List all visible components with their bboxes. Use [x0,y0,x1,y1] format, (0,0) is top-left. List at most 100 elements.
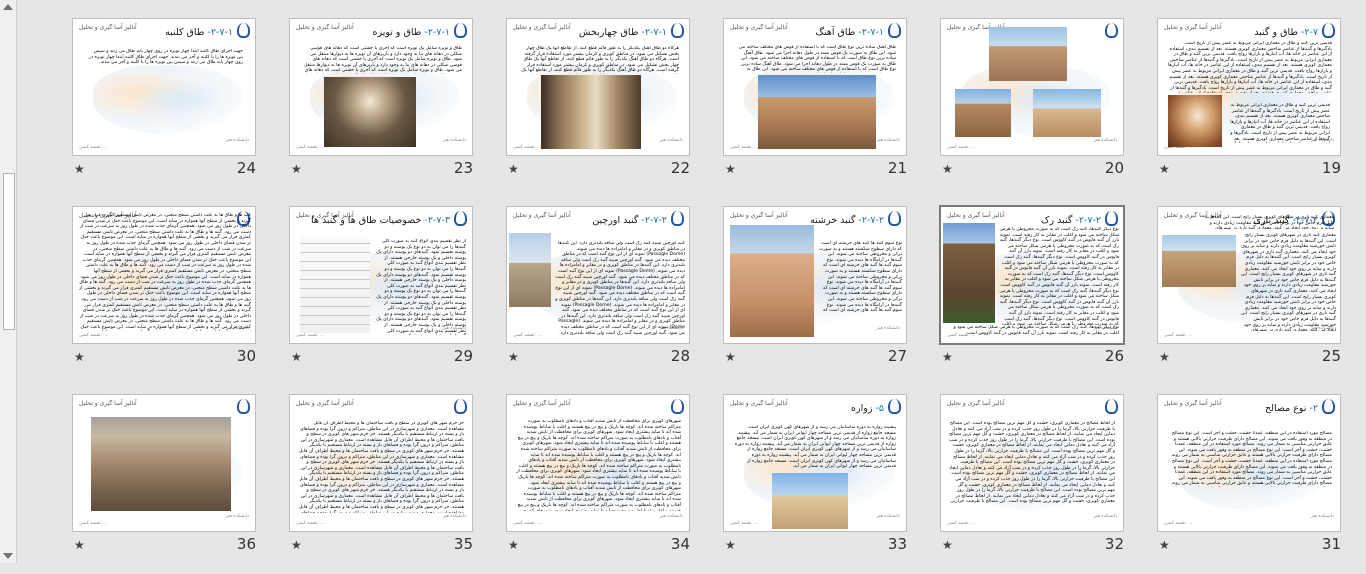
slide-preview[interactable]: آنالیز آسا گیری و تحلیلدانشکده هنرنقشه ک… [940,394,1124,532]
slide-footer-dept: دانشکده هنر [225,138,249,143]
slide-preview[interactable]: آنالیز آسا گیری و تحلیلدانشکده هنرنقشه ک… [1157,206,1341,344]
star-icon[interactable]: ★ [1159,538,1170,552]
slide-preview[interactable]: آنالیز آسا گیری و تحلیلدانشکده هنرنقشه ک… [939,205,1125,345]
slide-thumbnail-29[interactable]: آنالیز آسا گیری و تحلیل دانشکده هنر نقشه ک… [289,206,505,386]
slide-thumbnail-19[interactable]: آنالیز آسا گیری و تحلیل دانشکده هنر نقشه ک… [1157,18,1366,198]
star-icon[interactable]: ★ [291,538,302,552]
slide-thumbnail-22[interactable]: آنالیز آسا گیری و تحلیل دانشکده هنر نقشه ک… [506,18,722,198]
star-icon[interactable]: ★ [725,350,736,364]
slide-footer-author: نقشه کشی: ... [1164,333,1193,338]
slide-thumbnail-25[interactable]: آنالیز آسا گیری و تحلیل دانشکده هنر نقشه ک… [1157,206,1366,386]
slide-preview[interactable]: آنالیز آسا گیری و تحلیلدانشکده هنرنقشه ک… [1157,394,1341,532]
slide-footer-dept: دانشکده هنر [442,514,466,519]
slide-body-text: مصالح مورد استفاده در این منطقه، عمدتا خ… [1170,431,1332,487]
star-icon[interactable]: ★ [1159,162,1170,176]
slide-photo [1162,235,1236,287]
slide-title: ۲-۷-۳- خصوصیات طاق ها و گنبد ها [311,215,450,226]
slide-title: ۵- زواره [851,403,884,414]
slide-thumbnail-34[interactable]: آنالیز آسا گیری و تحلیل دانشکده هنر نقشه ک… [506,394,722,574]
slide-footer-author: نقشه کشی: ... [730,145,759,150]
slide-preview[interactable]: آنالیز آسا گیری و تحلیلدانشکده هنرنقشه ک… [72,206,256,344]
slide-preview[interactable]: آنالیز آسا گیری و تحلیلدانشکده هنرنقشه ک… [723,394,907,532]
slide-preview[interactable]: آنالیز آسا گیری و تحلیلدانشکده هنرنقشه ک… [506,18,690,156]
slide-preview[interactable]: آنالیز آسا گیری و تحلیلدانشکده هنرنقشه ک… [72,394,256,532]
slide-title-text: نوع مصالح [1264,403,1307,414]
slide-preview[interactable]: آنالیز آسا گیری و تحلیلدانشکده هنرنقشه ک… [289,394,473,532]
star-icon[interactable]: ★ [942,162,953,176]
slide-footer-dept: دانشکده هنر [1093,514,1117,519]
slide-photo [955,89,1011,137]
slide-preview[interactable]: آنالیز آسا گیری و تحلیلدانشکده هنرنقشه ک… [1157,18,1341,156]
slide-photo [730,225,814,337]
slide-thumbnail-30[interactable]: آنالیز آسا گیری و تحلیل دانشکده هنر نقشه ک… [72,206,288,386]
slide-thumbnail-27[interactable]: آنالیز آسا گیری و تحلیلدانشکده هنرنقشه ک… [723,206,939,386]
slide-photo [989,27,1067,81]
slide-thumbnail-26[interactable]: آنالیز آسا گیری و تحلیل دانشکده هنر نقشه ک… [939,205,1156,386]
slide-preview[interactable]: آنالیز آسا گیری و تحلیلدانشکده هنرنقشه ک… [723,206,907,344]
university-logo-icon [888,211,901,226]
slide-title-text: گنبد رک [1041,215,1073,226]
slide-footer-author: نقشه کشی: ... [1164,521,1193,526]
university-logo-icon [1322,399,1335,414]
slide-number: 34 [670,535,690,553]
slide-thumbnail-31[interactable]: آنالیز آسا گیری و تحلیل دانشکده هنر نقشه ک… [1157,394,1366,574]
star-icon[interactable]: ★ [725,162,736,176]
university-logo-icon [454,23,467,38]
slide-thumbnail-23[interactable]: آنالیز آسا گیری و تحلیل دانشکده هنر نقشه ک… [289,18,505,198]
slide-photo [772,473,848,529]
star-icon[interactable]: ★ [725,538,736,552]
slide-title-text: طاق کلنبه [165,27,205,38]
star-icon[interactable]: ★ [291,162,302,176]
slide-body-text: نوع سوم گنبد ها گنبد های خرشته ای است که… [818,241,902,313]
slide-thumbnail-20[interactable]: آنالیز آسا گیری و تحلیل دانشکده هنر نقشه ک… [940,18,1156,198]
star-icon[interactable]: ★ [74,162,85,176]
slide-number: 35 [453,535,473,553]
slide-number: 27 [887,347,907,365]
university-logo-icon [1105,23,1118,38]
slide-number: 29 [453,347,473,365]
slide-footer-author: نقشه کشی: ... [79,145,108,150]
slide-photo [541,75,641,149]
slide-thumbnail-32[interactable]: آنالیز آسا گیری و تحلیل دانشکده هنر نقشه ک… [940,394,1156,574]
slide-preview[interactable]: آنالیز آسا گیری و تحلیلدانشکده هنرنقشه ک… [289,18,473,156]
slide-thumbnail-24[interactable]: آنالیز آسا گیری و تحلیل دانشکده هنر نقشه ک… [72,18,288,198]
university-logo-icon [888,23,901,38]
star-icon[interactable]: ★ [1159,350,1170,364]
star-icon[interactable]: ★ [508,350,519,364]
star-icon[interactable]: ★ [508,162,519,176]
slide-number: 26 [1104,347,1124,365]
slide-thumbnail-33[interactable]: آنالیز آسا گیری و تحلیل دانشکده هنر نقشه ک… [723,394,939,574]
star-icon[interactable]: ★ [74,538,85,552]
star-icon[interactable]: ★ [942,350,953,364]
star-icon[interactable]: ★ [508,538,519,552]
slide-thumbnail-36[interactable]: آنالیز آسا گیری و تحلیل دانشکده هنر نقشه ک… [72,394,288,574]
slide-preview[interactable]: آنالیز آسا گیری و تحلیل دانشکده هنر نقشه ک… [72,18,256,156]
star-icon[interactable]: ★ [942,538,953,552]
slide-thumbnail-28[interactable]: آنالیز آسا گیری و تحلیل دانشکده هنر نقشه ک… [506,206,722,386]
slide-preview[interactable]: آنالیز آسا گیری و تحلیلدانشکده هنرنقشه ک… [289,206,473,344]
slide-photo [91,417,231,511]
slide-header-text: آنالیز آسا گیری و تحلیل [513,24,571,31]
slide-title: ۲-۷-۲- گنبد اورچین [592,215,667,226]
slide-header-text: آنالیز آسا گیری و تحلیل [1164,24,1222,31]
slide-title-number: ۲-۷-۱- [421,27,450,38]
slide-header-text: آنالیز آسا گیری و تحلیل [947,400,1005,407]
slide-preview[interactable]: آنالیز آسا گیری و تحلیلدانشکده هنرنقشه ک… [506,394,690,532]
star-icon[interactable]: ★ [291,350,302,364]
slide-photo [300,237,370,333]
star-icon[interactable]: ★ [74,350,85,364]
slide-title-text: طاق و گنبد [1254,27,1298,38]
slide-footer-dept: دانشکده هنر [1310,514,1334,519]
university-logo-icon [1322,23,1335,38]
slide-preview[interactable]: آنالیز آسا گیری و تحلیلدانشکده هنرنقشه ک… [940,18,1124,156]
slide-header-text: آنالیز آسا گیری و تحلیل [730,24,788,31]
slide-number: 23 [453,159,473,177]
slide-preview[interactable]: آنالیز آسا گیری و تحلیلدانشکده هنرنقشه ک… [723,18,907,156]
slide-title-number: ۲-۷- [1297,27,1318,38]
slide-thumbnail-21[interactable]: آنالیز آسا گیری و تحلیل دانشکده هنر نقشه ک… [723,18,939,198]
slide-title: ۲-۷-۱- طاق آهنگ [816,27,885,38]
slide-header-text: آنالیز آسا گیری و تحلیل [79,24,137,31]
slide-footer-author: نقشه کشی: ... [730,521,759,526]
slide-thumbnail-35[interactable]: آنالیز آسا گیری و تحلیل دانشکده هنر نقشه ک… [289,394,505,574]
slide-preview[interactable]: آنالیز آسا گیری و تحلیلدانشکده هنرنقشه ک… [506,206,690,344]
